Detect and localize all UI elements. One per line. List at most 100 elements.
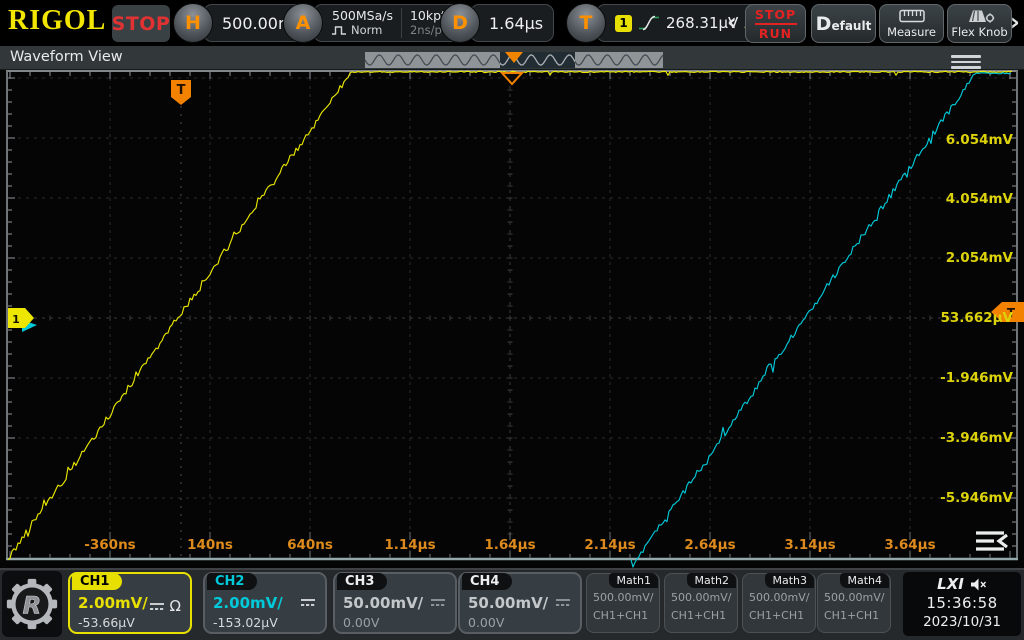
math2-expression: CH1+CH1	[671, 609, 726, 622]
toolbar-scroll-right[interactable]: ›	[1010, 8, 1020, 36]
delay-value[interactable]: 1.64µs	[470, 4, 554, 42]
run-label: RUN	[759, 26, 792, 41]
default-button[interactable]: D efault	[811, 4, 876, 43]
rising-edge-icon	[638, 14, 660, 32]
measure-button[interactable]: Measure	[879, 4, 944, 43]
ch3-offset: 0.00V	[343, 615, 379, 630]
waveform-canvas: T 1 T	[0, 70, 1024, 568]
x-axis-label: 1.14µs	[368, 537, 452, 553]
graticule-area[interactable]: T 1 T 6.054mV 4.054mV 2.054mV 53.662µV -1.94…	[0, 70, 1024, 568]
horizontal-reference-marker[interactable]	[502, 73, 522, 84]
ch3-scale: 50.00mV/	[343, 594, 423, 612]
stop-label: STOP	[755, 7, 796, 22]
svg-text:T: T	[177, 83, 186, 98]
rigol-gear-logo[interactable]: R	[2, 571, 62, 637]
x-axis-label: 2.14µs	[568, 537, 652, 553]
y-axis-label: 2.054mV	[923, 249, 1013, 267]
ch4-scale: 50.00mV/	[468, 594, 548, 612]
y-axis-label: 53.662µV	[923, 309, 1013, 327]
measure-label: Measure	[887, 25, 936, 39]
math-box-math4[interactable]: Math4 500.00mV/ CH1+CH1	[817, 573, 891, 633]
default-rest: efault	[831, 19, 871, 33]
system-date: 2023/10/31	[903, 614, 1021, 630]
x-axis-label: 1.64µs	[468, 537, 552, 553]
knob-icon	[964, 8, 996, 23]
math4-expression: CH1+CH1	[824, 609, 879, 622]
flex-knob-label: Flex Knob	[951, 25, 1007, 39]
dc-coupling-icon	[430, 597, 446, 608]
trigger-source-badge: 1	[615, 15, 632, 32]
horizontal-knob[interactable]: H	[173, 3, 213, 43]
channel-box-ch3[interactable]: CH3 50.00mV/ 0.00V	[333, 572, 457, 634]
ch4-offset: 0.00V	[468, 615, 504, 630]
svg-text:1: 1	[12, 313, 20, 326]
math1-scale: 500.00mV/	[593, 591, 653, 604]
delay-knob[interactable]: D	[440, 3, 480, 43]
ch1-scale: 2.00mV/	[78, 594, 148, 612]
ch2-offset: -153.02µV	[213, 615, 278, 630]
flex-knob-button[interactable]: Flex Knob	[947, 4, 1012, 43]
stop-run-divider	[755, 23, 797, 25]
math1-expression: CH1+CH1	[593, 609, 648, 622]
channel-box-ch4[interactable]: CH4 50.00mV/ 0.00V	[458, 572, 582, 634]
toolbar-scroll-left[interactable]: ‹	[727, 8, 737, 36]
math2-scale: 500.00mV/	[671, 591, 731, 604]
x-axis-label: 3.64µs	[868, 537, 952, 553]
dc-coupling-icon	[149, 601, 165, 612]
rigol-logo: RIGOL	[8, 5, 106, 37]
trigger-position-pendant[interactable]: T	[171, 80, 191, 105]
ch3-tab: CH3	[337, 573, 387, 590]
oscilloscope-screen: RIGOL STOP H 500.00ns/ A 500MSa/s Norm	[0, 0, 1024, 640]
logo-letter: R	[23, 591, 42, 620]
ch1-tab: CH1	[72, 573, 122, 590]
x-axis-label: 3.14µs	[768, 537, 852, 553]
lxi-logo: LXI	[937, 575, 964, 593]
dc-coupling-icon	[300, 597, 316, 608]
math4-scale: 500.00mV/	[824, 591, 884, 604]
system-time: 15:36:58	[903, 594, 1021, 612]
acquisition-mode: Norm	[351, 23, 382, 38]
y-axis-label: -1.946mV	[923, 369, 1013, 387]
waveform-navigator-strip[interactable]	[365, 52, 663, 68]
y-axis-label: 6.054mV	[923, 131, 1013, 149]
delay-group[interactable]: D 1.64µs	[440, 4, 554, 42]
y-axis-label: 4.054mV	[923, 190, 1013, 208]
math3-scale: 500.00mV/	[749, 591, 809, 604]
acquisition-group[interactable]: A 500MSa/s Norm 10kpts 2ns/pt	[283, 4, 463, 42]
channel-box-ch2[interactable]: CH2 2.00mV/ -153.02µV	[203, 572, 327, 634]
view-title: Waveform View	[10, 49, 123, 65]
math-box-math2[interactable]: Math2 500.00mV/ CH1+CH1	[664, 573, 738, 633]
sample-rate: 500MSa/s	[332, 8, 393, 23]
top-toolbar: RIGOL STOP H 500.00ns/ A 500MSa/s Norm	[0, 0, 1024, 46]
run-state-indicator[interactable]: STOP	[112, 5, 170, 42]
ch2-tab: CH2	[207, 573, 257, 590]
acquisition-knob[interactable]: A	[283, 3, 323, 43]
math1-tab: Math1	[609, 573, 658, 588]
trigger-knob[interactable]: T	[566, 3, 606, 43]
impedance-icon: Ω	[170, 597, 181, 615]
ruler-icon	[899, 9, 925, 23]
math3-expression: CH1+CH1	[749, 609, 804, 622]
math-box-math1[interactable]: Math1 500.00mV/ CH1+CH1	[586, 573, 660, 633]
math3-tab: Math3	[765, 573, 814, 588]
dc-coupling-icon	[555, 597, 571, 608]
stop-run-button[interactable]: STOP RUN	[745, 4, 806, 43]
x-axis-label: 640ns	[268, 537, 352, 553]
math2-tab: Math2	[687, 573, 736, 588]
math4-tab: Math4	[840, 573, 889, 588]
ch4-tab: CH4	[462, 573, 512, 590]
math-box-math3[interactable]: Math3 500.00mV/ CH1+CH1	[742, 573, 816, 633]
x-axis-label: 140ns	[168, 537, 252, 553]
channel-box-ch1[interactable]: CH1 2.00mV/ Ω -53.66µV	[68, 572, 192, 634]
collapse-results-icon[interactable]	[974, 528, 1016, 560]
trigger-values[interactable]: 1 268.31µV A	[596, 4, 767, 42]
x-axis-label: 2.64µs	[668, 537, 752, 553]
speaker-muted-icon	[970, 578, 987, 591]
y-axis-label: -5.946mV	[923, 489, 1013, 507]
system-info-box[interactable]: LXI 15:36:58 2023/10/31	[903, 572, 1021, 636]
y-axis-label: -3.946mV	[923, 429, 1013, 447]
default-initial: D	[816, 13, 832, 35]
pulse-wave-icon	[332, 25, 347, 36]
ch1-offset: -53.66µV	[78, 615, 135, 630]
ch2-scale: 2.00mV/	[213, 594, 283, 612]
